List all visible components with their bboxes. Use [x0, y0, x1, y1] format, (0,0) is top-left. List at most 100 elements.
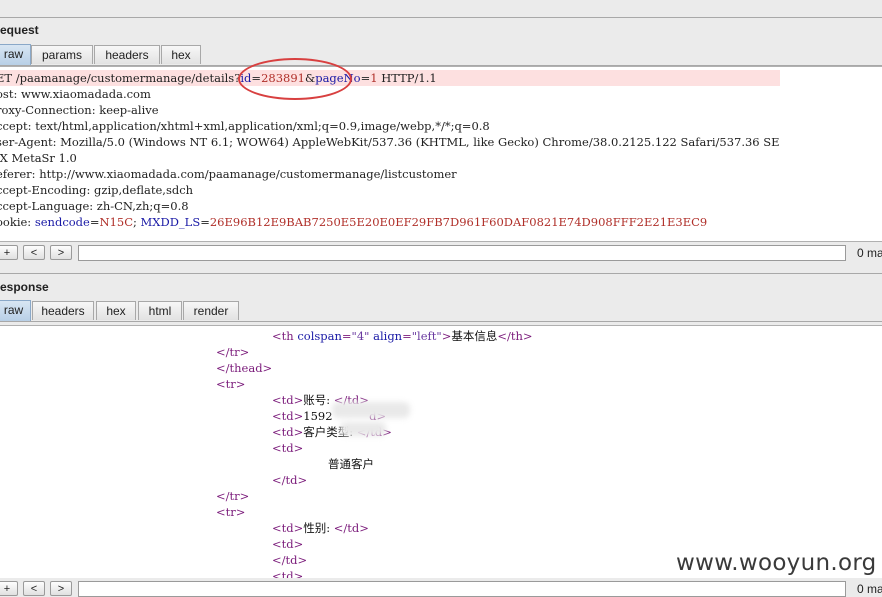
request-token: ccept: text/html,application/xhtml+xml,a…: [0, 119, 490, 133]
request-token: =: [89, 215, 100, 229]
request-searchbar: + < > 0 ma: [0, 242, 882, 264]
response-search-options-button[interactable]: +: [0, 581, 18, 596]
response-search-prev-button[interactable]: <: [23, 581, 45, 596]
response-token: 1592: [303, 409, 333, 423]
response-line: <td>1592 d>: [0, 408, 533, 424]
tab-response-html[interactable]: html: [138, 301, 182, 320]
response-search-matches: 0 ma: [857, 582, 882, 596]
response-section-title: esponse: [0, 280, 49, 294]
response-token: 性别:: [303, 521, 334, 535]
watermark-text: www.wooyun.org: [676, 550, 877, 576]
request-search-prev-button[interactable]: <: [23, 245, 45, 260]
response-token: 普通客户: [328, 457, 374, 471]
response-token: <td>: [272, 393, 304, 407]
request-line: ser-Agent: Mozilla/5.0 (Windows NT 6.1; …: [0, 134, 780, 150]
redaction-blur: [332, 402, 410, 418]
request-search-options-button[interactable]: +: [0, 245, 18, 260]
request-token: ser-Agent: Mozilla/5.0 (Windows NT 6.1; …: [0, 135, 780, 149]
response-line: </td>: [0, 552, 533, 568]
request-search-next-button[interactable]: >: [50, 245, 72, 260]
request-line: eferer: http://www.xiaomadada.com/paaman…: [0, 166, 780, 182]
request-line: .X MetaSr 1.0: [0, 150, 780, 166]
request-token: 1: [370, 71, 378, 85]
request-token: roxy-Connection: keep-alive: [0, 103, 159, 117]
response-line: <td>性别: </td>: [0, 520, 533, 536]
response-line: <tr>: [0, 504, 533, 520]
request-search-matches: 0 ma: [857, 246, 882, 260]
request-line: ost: www.xiaomadada.com: [0, 86, 780, 102]
request-token: ccept-Encoding: gzip,deflate,sdch: [0, 183, 194, 197]
request-line: ccept-Language: zh-CN,zh;q=0.8: [0, 198, 780, 214]
request-line: ET /paamanage/customermanage/details?id=…: [0, 70, 780, 86]
request-line: ookie: sendcode=N15C; MXDD_LS=26E96B12E9…: [0, 214, 780, 230]
response-line: <th colspan="4" align="left">基本信息</th>: [0, 328, 533, 344]
request-token: N15C: [99, 215, 134, 229]
response-token: </th>: [497, 329, 533, 343]
response-line: <td>: [0, 440, 533, 456]
request-token: ost: www.xiaomadada.com: [0, 87, 151, 101]
tab-request-hex[interactable]: hex: [161, 45, 201, 64]
middle-divider: [0, 273, 882, 274]
response-token: 基本信息: [451, 329, 498, 343]
response-line: <tr>: [0, 376, 533, 392]
request-token: eferer: http://www.xiaomadada.com/paaman…: [0, 167, 457, 181]
response-token: <td>: [272, 425, 304, 439]
request-token: 26E96B12E9BAB7250E5E20E0EF29FB7D961F60DA…: [209, 215, 708, 229]
response-token: </td>: [272, 553, 308, 567]
response-token: >: [441, 329, 452, 343]
response-token: </td>: [272, 473, 308, 487]
response-tabbar: raw headers hex html render: [0, 299, 882, 322]
request-search-input[interactable]: [78, 245, 846, 261]
tab-response-headers[interactable]: headers: [32, 301, 94, 320]
request-token: ET /paamanage/customermanage/details?: [0, 71, 241, 85]
response-search-input[interactable]: [78, 581, 846, 597]
request-tabbar: raw params headers hex: [0, 43, 882, 66]
response-token: "left": [411, 329, 442, 343]
response-line: <td>客户类型: </td>: [0, 424, 533, 440]
top-divider: [0, 17, 882, 18]
response-token: <tr>: [216, 377, 246, 391]
request-token: ccept-Language: zh-CN,zh;q=0.8: [0, 199, 189, 213]
annotation-circle: [238, 58, 352, 100]
tab-response-render[interactable]: render: [183, 301, 239, 320]
response-token: </tr>: [216, 345, 250, 359]
request-token: HTTP/1.1: [377, 71, 437, 85]
response-token: colspan: [297, 329, 342, 343]
tab-response-hex[interactable]: hex: [96, 301, 136, 320]
request-token: sendcode: [34, 215, 90, 229]
response-line: </thead>: [0, 360, 533, 376]
response-token: <td>: [272, 409, 304, 423]
response-token: align: [373, 329, 403, 343]
response-line: </tr>: [0, 488, 533, 504]
response-token: 账号:: [303, 393, 334, 407]
response-line: </tr>: [0, 344, 533, 360]
response-editor[interactable]: <th colspan="4" align="left">基本信息</th> </…: [0, 325, 882, 579]
response-token: <td>: [272, 537, 304, 551]
response-token: =: [402, 329, 412, 343]
response-line: 普通客户: [0, 456, 533, 472]
request-section-title: equest: [0, 23, 39, 37]
request-line: ccept-Encoding: gzip,deflate,sdch: [0, 182, 780, 198]
request-line: roxy-Connection: keep-alive: [0, 102, 780, 118]
request-line: ccept: text/html,application/xhtml+xml,a…: [0, 118, 780, 134]
request-token: MXDD_LS: [140, 215, 201, 229]
response-token: <td>: [272, 441, 304, 455]
response-line: <td>账号: </td>: [0, 392, 533, 408]
response-search-next-button[interactable]: >: [50, 581, 72, 596]
tab-response-raw[interactable]: raw: [0, 300, 31, 321]
tab-request-params[interactable]: params: [31, 45, 93, 64]
request-editor[interactable]: ET /paamanage/customermanage/details?id=…: [0, 66, 882, 242]
redaction-blur: [340, 422, 386, 436]
response-line: </td>: [0, 472, 533, 488]
request-token: =: [200, 215, 210, 229]
request-token: .X MetaSr 1.0: [0, 151, 77, 165]
response-line: <td>: [0, 536, 533, 552]
response-token: <tr>: [216, 505, 246, 519]
response-token: </thead>: [216, 361, 273, 375]
request-token: =: [360, 71, 371, 85]
request-token: ;: [133, 215, 141, 229]
response-token: </tr>: [216, 489, 250, 503]
tab-request-raw[interactable]: raw: [0, 44, 31, 65]
tab-request-headers[interactable]: headers: [94, 45, 160, 64]
response-token: <td>: [272, 521, 304, 535]
